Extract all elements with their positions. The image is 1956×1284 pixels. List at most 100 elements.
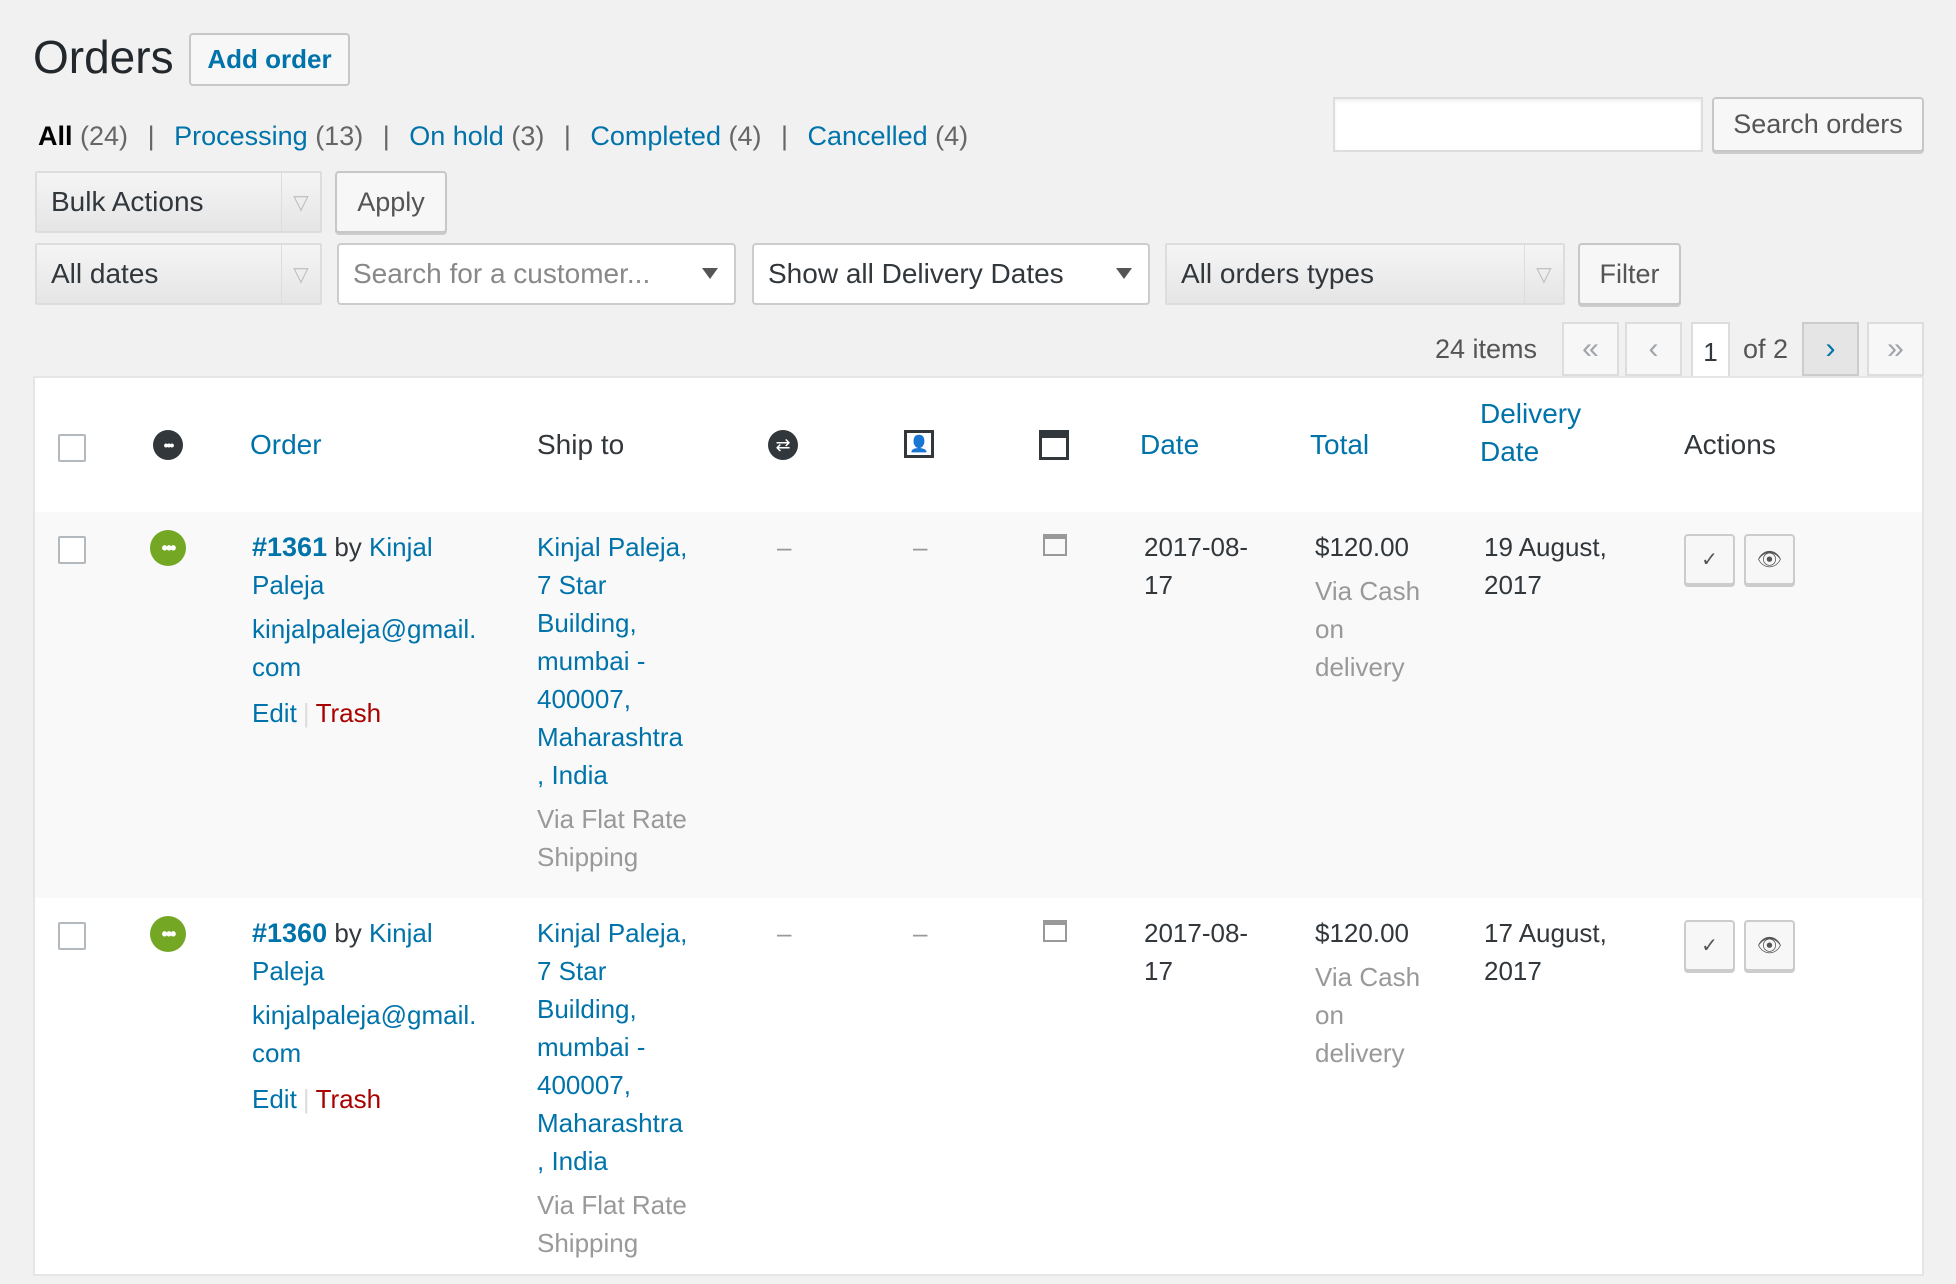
select-all-checkbox[interactable] <box>58 434 86 462</box>
trash-link[interactable]: Trash <box>316 698 382 728</box>
window-icon <box>1039 430 1069 460</box>
order-by: by <box>334 918 362 948</box>
table-header: ••• Order Ship to ⇄ 👤 Date Total Deliver… <box>35 378 1922 514</box>
customer-email-link[interactable]: kinjalpaleja@gmail. com <box>252 996 512 1072</box>
checkmark-icon[interactable]: ✓ <box>1684 534 1735 585</box>
total-cell: $120.00 Via Cash on delivery <box>1315 528 1420 686</box>
email-line-2: com <box>252 1038 302 1068</box>
column-delivery-date[interactable]: Delivery Date <box>1480 395 1581 471</box>
email-line-1: kinjalpaleja@gmail. <box>252 614 477 644</box>
customer-search-select[interactable]: Search for a customer... <box>337 243 736 305</box>
bulk-actions-select[interactable]: Bulk Actions ▽ <box>35 171 322 233</box>
shipping-method-line-2: Shipping <box>537 1228 639 1258</box>
ship-to-address-link[interactable]: Kinjal Paleja, 7 Star Building, mumbai -… <box>537 914 707 1180</box>
address-line: 7 Star <box>537 570 607 600</box>
edit-link[interactable]: Edit <box>252 698 297 728</box>
next-page-button[interactable]: › <box>1802 322 1859 376</box>
address-line: Building, <box>537 608 637 638</box>
dates-select[interactable]: All dates ▽ <box>35 243 322 305</box>
apply-button[interactable]: Apply <box>335 171 447 233</box>
shipping-method-line-2: Shipping <box>537 842 639 872</box>
delivery-date-cell: 17 August, 2017 <box>1484 914 1607 990</box>
address-line: 400007, <box>537 1070 631 1100</box>
separator: | <box>563 121 571 151</box>
email-line-2: com <box>252 652 302 682</box>
first-page-button[interactable]: « <box>1562 322 1619 376</box>
customer-first-name-link[interactable]: Kinjal <box>369 918 433 948</box>
filter-cancelled-link[interactable]: Cancelled <box>808 121 928 151</box>
filter-processing-count: (13) <box>315 121 364 151</box>
customer-email-link[interactable]: kinjalpaleja@gmail. com <box>252 610 512 686</box>
address-line: mumbai - <box>537 646 646 676</box>
shipping-method: Via Flat Rate Shipping <box>537 800 707 876</box>
chevron-down-icon: ▽ <box>281 245 320 303</box>
order-types-select[interactable]: All orders types ▽ <box>1165 243 1565 305</box>
column-order[interactable]: Order <box>250 429 322 461</box>
order-cell: #1361 by Kinjal Paleja kinjalpaleja@gmai… <box>252 528 512 732</box>
delivery-dates-select[interactable]: Show all Delivery Dates <box>752 243 1150 305</box>
filter-all-link[interactable]: All <box>38 121 73 151</box>
ship-to-address-link[interactable]: Kinjal Paleja, 7 Star Building, mumbai -… <box>537 528 707 794</box>
separator: | <box>302 698 310 728</box>
date-cell: 2017-08- 17 <box>1144 914 1248 990</box>
column-date[interactable]: Date <box>1140 429 1199 461</box>
payment-method: Via Cash on delivery <box>1315 572 1420 686</box>
address-line: 7 Star <box>537 956 607 986</box>
total-cell: $120.00 Via Cash on delivery <box>1315 914 1420 1072</box>
filter-completed-link[interactable]: Completed <box>590 121 721 151</box>
dates-value: All dates <box>51 258 159 289</box>
status-filter-links: All (24) | Processing (13) | On hold (3)… <box>38 121 968 152</box>
row-checkbox[interactable] <box>58 922 86 950</box>
shipping-method-line-1: Via Flat Rate <box>537 1190 687 1220</box>
caret-down-icon <box>702 268 718 279</box>
search-orders-input[interactable] <box>1333 97 1703 152</box>
customer-last-name-link[interactable]: Paleja <box>252 952 512 990</box>
column-delivery-date-line2: Date <box>1480 436 1540 467</box>
chevron-down-icon: ▽ <box>1524 245 1563 303</box>
date-line-2: 17 <box>1144 570 1173 600</box>
bulk-actions-value: Bulk Actions <box>51 186 204 217</box>
total-amount: $120.00 <box>1315 918 1409 948</box>
order-cell: #1360 by Kinjal Paleja kinjalpaleja@gmai… <box>252 914 512 1118</box>
customer-cell: – <box>913 918 928 948</box>
search-orders-button[interactable]: Search orders <box>1712 97 1924 152</box>
payment-line-3: delivery <box>1315 1038 1405 1068</box>
payment-line-1: Via Cash <box>1315 576 1421 606</box>
eye-icon[interactable]: 👁 <box>1744 920 1795 971</box>
customer-first-name-link[interactable]: Kinjal <box>369 532 433 562</box>
delivery-date-line-1: 17 August, <box>1484 918 1607 948</box>
items-count: 24 items <box>1435 334 1538 364</box>
payment-line-1: Via Cash <box>1315 962 1421 992</box>
add-order-button[interactable]: Add order <box>189 33 350 86</box>
prev-page-button[interactable]: ‹ <box>1625 322 1682 376</box>
filter-processing-link[interactable]: Processing <box>174 121 308 151</box>
date-line-2: 17 <box>1144 956 1173 986</box>
customer-cell: – <box>913 532 928 562</box>
checkmark-icon[interactable]: ✓ <box>1684 920 1735 971</box>
current-page-input[interactable]: 1 <box>1691 322 1730 383</box>
customer-last-name-link[interactable]: Paleja <box>252 566 512 604</box>
filter-button[interactable]: Filter <box>1578 243 1681 305</box>
last-page-button[interactable]: » <box>1867 322 1924 376</box>
row-checkbox[interactable] <box>58 536 86 564</box>
edit-link[interactable]: Edit <box>252 1084 297 1114</box>
column-delivery-date-line1: Delivery <box>1480 398 1582 429</box>
order-by: by <box>334 532 362 562</box>
repeat-cell: – <box>777 918 792 948</box>
filter-completed-count: (4) <box>728 121 762 151</box>
chevron-down-icon: ▽ <box>281 173 320 231</box>
order-number-link[interactable]: #1360 <box>252 918 327 948</box>
column-total[interactable]: Total <box>1310 429 1369 461</box>
trash-link[interactable]: Trash <box>316 1084 382 1114</box>
shipping-method-line-1: Via Flat Rate <box>537 804 687 834</box>
address-line: Maharashtra <box>537 722 683 752</box>
address-line: Kinjal Paleja, <box>537 532 688 562</box>
total-amount: $120.00 <box>1315 532 1409 562</box>
order-number-link[interactable]: #1361 <box>252 532 327 562</box>
date-line-1: 2017-08- <box>1144 918 1249 948</box>
address-line: 400007, <box>537 684 631 714</box>
ship-to-cell: Kinjal Paleja, 7 Star Building, mumbai -… <box>537 528 707 876</box>
eye-icon[interactable]: 👁 <box>1744 534 1795 585</box>
filter-on-hold-link[interactable]: On hold <box>409 121 504 151</box>
address-line: , India <box>537 1146 608 1176</box>
